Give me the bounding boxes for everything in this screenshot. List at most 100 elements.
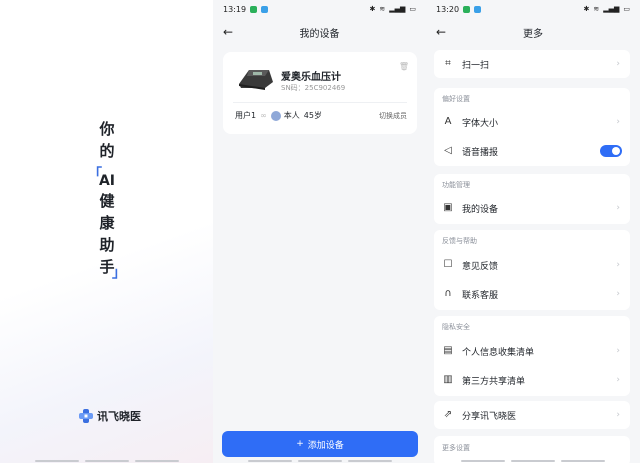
headset-icon: ∩ [444, 288, 452, 299]
logo-cross-icon [78, 408, 94, 424]
add-device-label: 添加设备 [307, 440, 344, 451]
logo-text: 讯飞晓医 [97, 410, 141, 423]
my-devices-label: 我的设备 [462, 204, 499, 215]
slogan-char: 健 [99, 192, 115, 210]
share-row[interactable]: ⇗ 分享讯飞晓医 › [434, 401, 630, 429]
bluetooth-icon: ✱ [369, 5, 376, 13]
speaker-icon: ◁ [444, 145, 452, 156]
font-size-label: 字体大小 [462, 118, 499, 129]
chevron-right-icon: › [616, 346, 620, 356]
chevron-right-icon: › [616, 375, 620, 385]
section-label: 隐私安全 [442, 323, 470, 331]
more-panel: 13:20 ✱ ≋ ▂▄▆ ▭ ← 更多 ⌗ 扫一扫 › 偏好设置 A 字体大小… [426, 0, 640, 463]
nav-handle [511, 460, 555, 462]
status-icons: ✱ ≋ ▂▄▆ ▭ [369, 5, 416, 13]
list-icon: ▥ [443, 374, 453, 385]
top-bar: 我的设备 [213, 22, 426, 42]
device-name: 爱奥乐血压计 [281, 72, 341, 83]
nav-handle [85, 460, 129, 462]
chevron-right-icon: › [616, 260, 620, 270]
avatar [270, 110, 281, 121]
nav-handle [461, 460, 505, 462]
scan-row[interactable]: ⌗ 扫一扫 › [434, 50, 630, 78]
add-device-button[interactable]: + 添加设备 [222, 431, 418, 457]
personal-info-label: 个人信息收集清单 [462, 347, 535, 358]
divider [233, 102, 407, 103]
voice-label: 语音播报 [462, 147, 499, 158]
app-notify-icon [261, 5, 269, 13]
chevron-right-icon: › [616, 203, 620, 213]
signal-icon: ▂▄▆ [389, 5, 406, 13]
wechat-icon [463, 5, 471, 13]
wifi-icon: ≋ [379, 5, 386, 13]
top-bar: 更多 [426, 22, 640, 42]
status-bar: 13:19 ✱ ≋ ▂▄▆ ▭ [213, 0, 426, 18]
third-party-label: 第三方共享清单 [462, 376, 526, 387]
chevron-right-icon: › [616, 289, 620, 299]
nav-handle [298, 460, 342, 462]
slogan-char: 你 [99, 120, 115, 138]
battery-icon: ▭ [409, 5, 416, 13]
wechat-icon [250, 5, 258, 13]
status-time: 13:19 [223, 4, 247, 14]
page-title: 我的设备 [299, 28, 340, 40]
share-label: 分享讯飞晓医 [462, 411, 517, 422]
device-sn: SN码：25C902469 [281, 84, 346, 92]
share-icon: ⇗ [443, 409, 453, 420]
member-name: 本人 [283, 111, 300, 120]
plus-icon: + [296, 439, 304, 449]
feedback-row[interactable]: ☐ 意见反馈 › [434, 251, 630, 279]
splash-panel: 你 的 「 AI 健 康 助 手 」 讯飞晓医 [0, 0, 213, 463]
battery-icon: ▭ [623, 5, 630, 13]
my-devices-row[interactable]: ▣ 我的设备 › [434, 194, 630, 222]
app-logo: 讯飞晓医 [78, 408, 141, 424]
section-label: 反馈与帮助 [442, 237, 477, 245]
chevron-right-icon: › [616, 410, 620, 420]
device-panel: 13:19 ✱ ≋ ▂▄▆ ▭ ← 我的设备 爱奥乐血压计 SN码：25C902… [213, 0, 426, 463]
slogan-char: 康 [99, 214, 115, 232]
nav-handle [248, 460, 292, 462]
nav-handle [561, 460, 605, 462]
section-label: 功能管理 [442, 181, 470, 189]
device-icon: ▣ [443, 202, 453, 213]
third-party-row[interactable]: ▥ 第三方共享清单 › [434, 366, 630, 394]
scan-icon: ⌗ [445, 58, 451, 69]
slogan-char: 助 [99, 236, 115, 254]
font-size-icon: A [444, 116, 452, 127]
status-icons: ✱ ≋ ▂▄▆ ▭ [583, 5, 630, 13]
message-icon: ☐ [443, 259, 453, 270]
document-icon: ▤ [443, 345, 453, 356]
bracket-close: 」 [112, 265, 126, 281]
feedback-label: 意见反馈 [462, 261, 499, 272]
nav-handle [35, 460, 79, 462]
switch-member-button[interactable]: 切换成员 [379, 111, 407, 121]
user-row: 用户1 ∞ 本人 45岁 切换成员 [235, 110, 407, 121]
chevron-right-icon: › [616, 117, 620, 127]
chevron-right-icon: › [616, 59, 620, 69]
slogan-char: AI [98, 173, 116, 189]
section-label: 更多设置 [442, 444, 470, 452]
nav-handle [348, 460, 392, 462]
blood-pressure-monitor-icon [235, 64, 275, 92]
nav-handle [135, 460, 179, 462]
user-label: 用户1 [235, 111, 257, 120]
voice-row: ◁ 语音播报 [434, 137, 630, 165]
service-label: 联系客服 [462, 290, 499, 301]
personal-info-row[interactable]: ▤ 个人信息收集清单 › [434, 337, 630, 365]
status-time: 13:20 [436, 4, 460, 14]
section-label: 偏好设置 [442, 95, 470, 103]
page-title: 更多 [523, 28, 543, 40]
link-icon: ∞ [260, 111, 267, 120]
signal-icon: ▂▄▆ [603, 5, 620, 13]
member-age: 45岁 [303, 111, 322, 120]
bluetooth-icon: ✱ [583, 5, 590, 13]
service-row[interactable]: ∩ 联系客服 › [434, 280, 630, 308]
wifi-icon: ≋ [593, 5, 600, 13]
device-card[interactable]: 爱奥乐血压计 SN码：25C902469 🗑 用户1 ∞ 本人 45岁 切换成员 [223, 52, 417, 134]
scan-label: 扫一扫 [462, 60, 490, 71]
status-bar: 13:20 ✱ ≋ ▂▄▆ ▭ [426, 0, 640, 18]
trash-icon[interactable]: 🗑 [399, 62, 409, 71]
app-notify-icon [474, 5, 482, 13]
voice-toggle[interactable] [600, 145, 622, 157]
font-size-row[interactable]: A 字体大小 › [434, 108, 630, 136]
